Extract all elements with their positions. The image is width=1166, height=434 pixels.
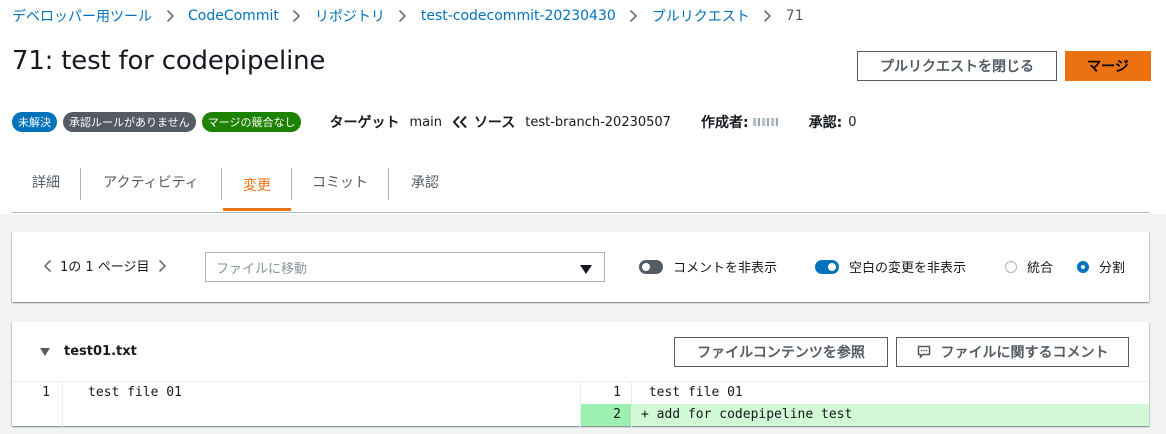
breadcrumb-codecommit[interactable]: CodeCommit — [188, 8, 279, 24]
tab-bar: 詳細 アクティビティ 変更 コミット 承認 — [12, 162, 1149, 213]
breadcrumb: デベロッパー用ツール CodeCommit リポジトリ test-codecom… — [12, 6, 804, 26]
split-view-option: 分割 — [1077, 257, 1125, 276]
unified-radio[interactable] — [1005, 260, 1017, 273]
chevron-right-icon[interactable] — [156, 259, 170, 273]
chevron-left-icon[interactable] — [40, 259, 54, 273]
hide-comments-toggle-group: コメントを非表示 — [639, 257, 777, 276]
approval-label: 承認: — [808, 115, 843, 131]
chevron-right-icon — [616, 9, 652, 23]
merge-conflict-badge: マージの競合なし — [201, 112, 302, 132]
file-diff-panel: test01.txt ファイルコンテンツを参照 ファイルに関するコメント 1 t… — [12, 322, 1149, 427]
tab-changes[interactable]: 変更 — [223, 162, 291, 211]
hide-comments-toggle[interactable] — [639, 259, 663, 274]
breadcrumb-repository[interactable]: test-codecommit-20230430 — [421, 8, 616, 24]
page-header: デベロッパー用ツール CodeCommit リポジトリ test-codecom… — [0, 0, 1166, 214]
hide-whitespace-label: 空白の変更を非表示 — [849, 261, 967, 276]
close-pull-request-button[interactable]: プルリクエストを閉じる — [857, 51, 1057, 81]
pull-request-meta: 未解決 承認ルールがありません マージの競合なし ターゲット main ソース … — [12, 111, 856, 133]
tab-activity[interactable]: アクティビティ — [81, 162, 221, 202]
comment-on-file-button[interactable]: ファイルに関するコメント — [896, 337, 1129, 367]
file-navigation-select[interactable]: ファイルに移動 — [205, 252, 605, 282]
author-label: 作成者: — [700, 115, 749, 131]
tab-approvals[interactable]: 承認 — [389, 162, 461, 202]
breadcrumb-pull-requests[interactable]: プルリクエスト — [652, 6, 750, 26]
split-radio[interactable] — [1077, 260, 1089, 273]
breadcrumb-current: 71 — [785, 8, 804, 24]
file-name: test01.txt — [64, 344, 137, 359]
chevron-right-icon — [279, 9, 315, 23]
split-divider — [580, 382, 581, 427]
breadcrumb-repositories[interactable]: リポジトリ — [315, 6, 385, 26]
tab-divider — [221, 168, 222, 200]
right-added-line-code: + add for codepipeline test — [631, 404, 1149, 426]
tab-commits[interactable]: コミット — [292, 162, 388, 202]
chevron-right-icon — [385, 9, 421, 23]
left-line-code: test file 01 — [88, 385, 182, 400]
merge-button[interactable]: マージ — [1065, 51, 1151, 81]
file-header[interactable]: test01.txt — [40, 344, 137, 359]
chevron-right-icon — [750, 9, 786, 23]
split-label: 分割 — [1099, 261, 1126, 276]
author-avatar — [752, 118, 779, 126]
caret-down-icon — [580, 263, 592, 278]
comment-icon — [917, 345, 930, 359]
split-diff-view: 1 test file 01 1 test file 01 2 + add fo… — [12, 381, 1149, 427]
status-badge: 未解決 — [12, 112, 57, 132]
pager-label: 1の 1 ページ目 — [60, 260, 150, 275]
unified-view-option: 統合 — [1005, 257, 1053, 276]
file-select-placeholder: ファイルに移動 — [216, 261, 308, 277]
right-line-code: test file 01 — [641, 385, 743, 400]
tab-details[interactable]: 詳細 — [12, 162, 80, 202]
source-branch: test-branch-20230507 — [525, 114, 671, 130]
hide-comments-label: コメントを非表示 — [673, 261, 778, 276]
approval-count: 0 — [848, 114, 857, 130]
hide-whitespace-toggle[interactable] — [815, 259, 839, 274]
right-gutter-divider — [631, 382, 632, 427]
left-gutter-divider — [62, 382, 63, 427]
source-label: ソース — [473, 115, 516, 131]
right-added-line-number: 2 — [581, 404, 631, 426]
unified-label: 統合 — [1027, 261, 1054, 276]
comment-on-file-label: ファイルに関するコメント — [940, 345, 1109, 361]
right-line-number: 1 — [613, 385, 621, 400]
breadcrumb-developer-tools[interactable]: デベロッパー用ツール — [12, 6, 152, 26]
approval-rules-badge: 承認ルールがありません — [63, 112, 196, 132]
browse-file-contents-button[interactable]: ファイルコンテンツを参照 — [674, 337, 888, 367]
target-label: ターゲット — [329, 115, 400, 131]
caret-down-icon — [40, 347, 50, 356]
left-line-number: 1 — [42, 385, 50, 400]
diff-toolbar: 1の 1 ページ目 ファイルに移動 コメントを非表示 空白の変更を非表示 統合 … — [12, 232, 1149, 302]
page-title: 71: test for codepipeline — [12, 46, 326, 76]
double-chevron-left-icon — [452, 115, 468, 129]
hide-whitespace-toggle-group: 空白の変更を非表示 — [815, 257, 966, 276]
target-branch: main — [409, 114, 442, 130]
chevron-right-icon — [152, 9, 188, 23]
pager: 1の 1 ページ目 — [40, 256, 170, 275]
